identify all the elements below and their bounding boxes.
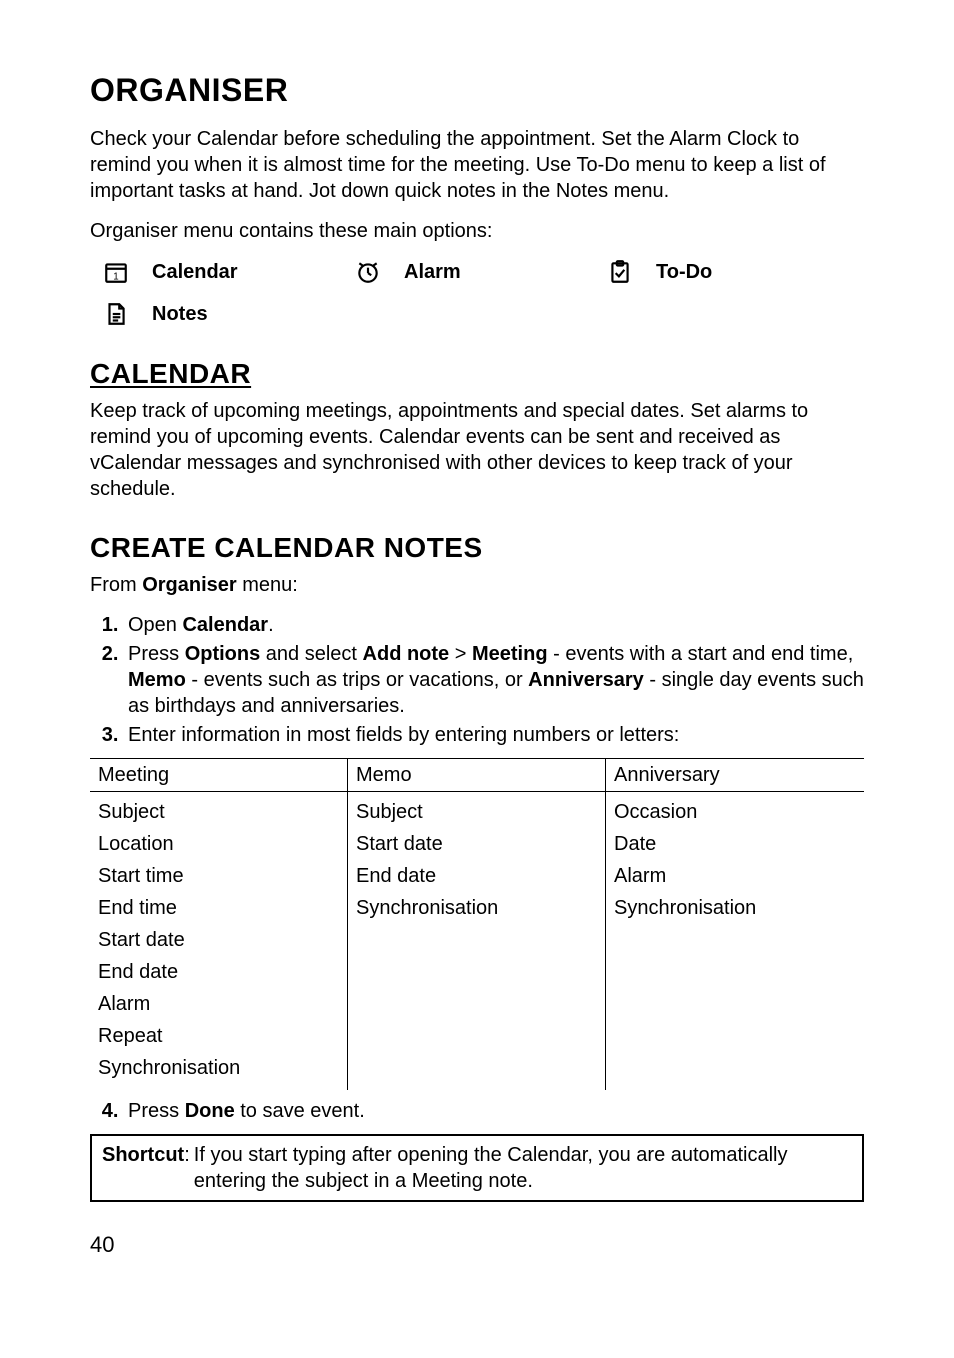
table-row: Start time — [98, 860, 339, 892]
table-row: Synchronisation — [356, 892, 597, 924]
page-title: ORGANISER — [90, 70, 864, 112]
meeting-header: Meeting — [90, 758, 347, 792]
table-row: End date — [98, 956, 339, 988]
steps-list-continued: Press Done to save event. — [90, 1098, 864, 1124]
table-row: End time — [98, 892, 339, 924]
create-heading: CREATE CALENDAR NOTES — [90, 530, 864, 566]
table-row: Start date — [356, 828, 597, 860]
svg-text:1: 1 — [113, 271, 118, 282]
shortcut-label: Shortcut — [102, 1144, 184, 1166]
calendar-icon: 1 — [102, 258, 130, 286]
shortcut-box: Shortcut: If you start typing after open… — [90, 1134, 864, 1202]
notes-icon — [102, 300, 130, 328]
memo-column: Memo Subject Start date End date Synchro… — [348, 758, 606, 1090]
page-number: 40 — [90, 1231, 114, 1260]
table-row: Synchronisation — [614, 892, 856, 924]
option-todo: To-Do — [656, 259, 816, 285]
calendar-heading: CALENDAR — [90, 356, 864, 392]
fields-table: Meeting Subject Location Start time End … — [90, 758, 864, 1090]
anniversary-header: Anniversary — [606, 758, 864, 792]
step-2: Press Options and select Add note > Meet… — [124, 641, 864, 719]
table-row: Location — [98, 828, 339, 860]
options-grid: 1 Calendar Alarm To-Do Notes — [102, 258, 864, 328]
from-line: From Organiser menu: — [90, 572, 864, 598]
steps-list: Open Calendar. Press Options and select … — [90, 612, 864, 748]
table-row: Alarm — [98, 988, 339, 1020]
shortcut-text: If you start typing after opening the Ca… — [194, 1142, 852, 1194]
step-4: Press Done to save event. — [124, 1098, 864, 1124]
todo-icon — [606, 258, 634, 286]
step-1: Open Calendar. — [124, 612, 864, 638]
table-row: Subject — [356, 796, 597, 828]
alarm-icon — [354, 258, 382, 286]
table-row: Occasion — [614, 796, 856, 828]
table-row: Repeat — [98, 1020, 339, 1052]
table-row: Alarm — [614, 860, 856, 892]
meeting-column: Meeting Subject Location Start time End … — [90, 758, 348, 1090]
table-row: Synchronisation — [98, 1052, 339, 1084]
anniversary-column: Anniversary Occasion Date Alarm Synchron… — [606, 758, 864, 1090]
options-intro: Organiser menu contains these main optio… — [90, 218, 864, 244]
table-row: Date — [614, 828, 856, 860]
option-alarm: Alarm — [404, 259, 594, 285]
table-row: End date — [356, 860, 597, 892]
option-notes: Notes — [152, 301, 342, 327]
calendar-desc: Keep track of upcoming meetings, appoint… — [90, 398, 864, 502]
intro-paragraph: Check your Calendar before scheduling th… — [90, 126, 864, 204]
table-row: Start date — [98, 924, 339, 956]
memo-header: Memo — [348, 758, 605, 792]
step-3: Enter information in most fields by ente… — [124, 722, 864, 748]
option-calendar: Calendar — [152, 259, 342, 285]
table-row: Subject — [98, 796, 339, 828]
